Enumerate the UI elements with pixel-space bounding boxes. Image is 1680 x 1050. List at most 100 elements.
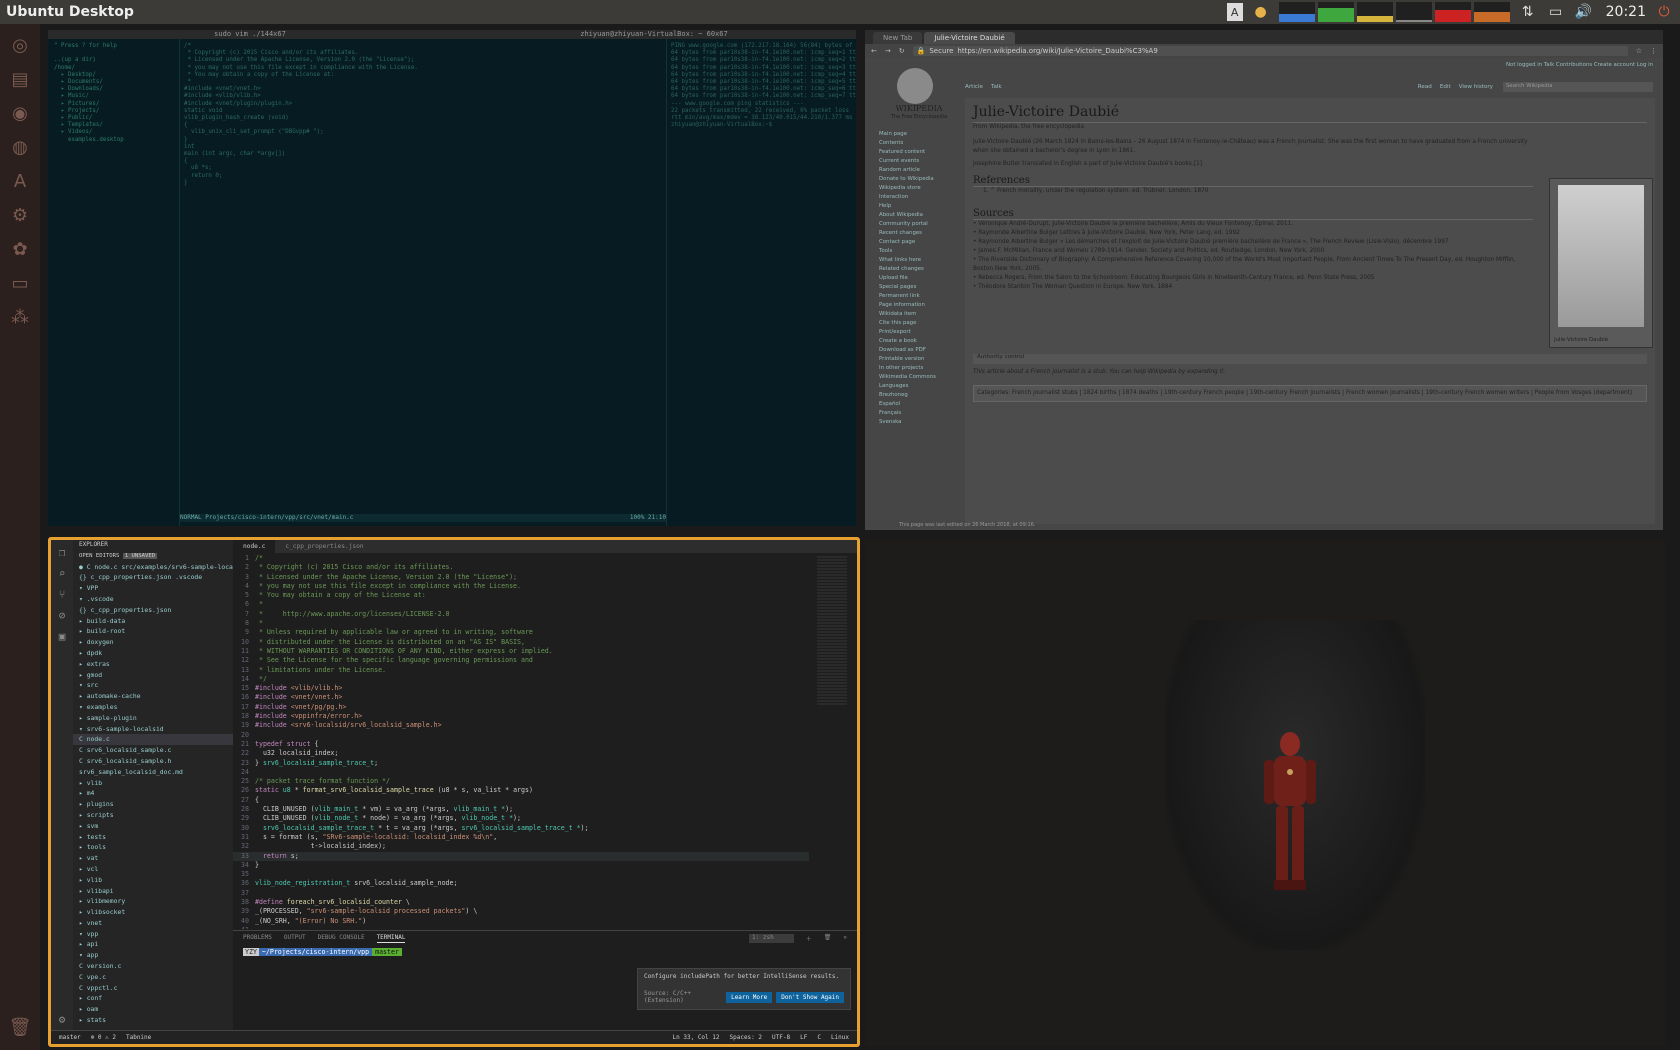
file-tree-item[interactable]: ▸ svm (73, 821, 233, 832)
file-tree-item[interactable]: {} c_cpp_properties.json .vscode (73, 572, 233, 583)
file-tree-item[interactable]: ▸ vnet (73, 918, 233, 929)
file-tree-item[interactable]: ▸ sample-plugin (73, 713, 233, 724)
file-tree-item[interactable]: ▾ app (73, 950, 233, 961)
clock[interactable]: 20:21 (1606, 4, 1646, 20)
source-control-icon[interactable]: ⑂ (59, 588, 66, 601)
keyboard-layout-icon[interactable]: A (1226, 3, 1243, 21)
file-tree-item[interactable]: ▸ scripts (73, 810, 233, 821)
wiki-user-links[interactable]: Not logged in Talk Contributions Create … (1506, 62, 1653, 68)
portrait-image[interactable]: Julie-Victoire Daubié (1549, 178, 1653, 348)
file-tree-item[interactable]: ▸ extras (73, 659, 233, 670)
power-icon[interactable]: ⏻ (1654, 3, 1674, 21)
volume-icon[interactable]: 🔊 (1574, 3, 1594, 21)
network-transfer-icon[interactable]: ⇅ (1518, 3, 1538, 21)
file-tree-item[interactable]: C vpe.c (73, 972, 233, 983)
browser-window[interactable]: New Tab Julie-Victoire Daubié ← → ↻ 🔒 Se… (865, 30, 1663, 530)
file-tree-item[interactable]: ▾ VPP (73, 583, 233, 594)
status-extension[interactable]: Tabnine (126, 1034, 151, 1041)
file-tree-item[interactable]: ▾ vpp (73, 929, 233, 940)
file-tree-item[interactable]: ▸ dpdk (73, 648, 233, 659)
file-tree-item[interactable]: ▸ automake-cache (73, 691, 233, 702)
file-tree-item[interactable]: ▸ vat (73, 853, 233, 864)
terminal-icon[interactable]: ▭ (3, 268, 37, 298)
file-tree-item[interactable]: ▸ build-root (73, 626, 233, 637)
learn-more-button[interactable]: Learn More (726, 991, 773, 1003)
status-eol[interactable]: LF (800, 1034, 807, 1041)
reload-icon[interactable]: ↻ (899, 47, 905, 55)
browser-tab[interactable]: New Tab (873, 32, 923, 44)
tab-view-history[interactable]: View history (1459, 84, 1493, 90)
file-tree-item[interactable]: ▾ src (73, 680, 233, 691)
open-editors-header[interactable]: OPEN EDITORS 1 UNSAVED (73, 551, 233, 562)
extensions-icon[interactable]: ▣ (59, 630, 66, 643)
file-tree-item[interactable]: C srv6_localsid_sample.h (73, 756, 233, 767)
file-tree-item[interactable]: ▸ vlib (73, 778, 233, 789)
system-monitor[interactable] (1278, 2, 1510, 22)
file-tree-item[interactable]: ▸ vlibsocket (73, 907, 233, 918)
file-tree-item[interactable]: C vppctl.c (73, 983, 233, 994)
file-tree-item[interactable]: {} c_cpp_properties.json (73, 605, 233, 616)
explorer-icon[interactable]: ❐ (59, 546, 66, 559)
file-tree-item[interactable]: C version.c (73, 961, 233, 972)
file-tree-item[interactable]: ▸ vlibmemory (73, 896, 233, 907)
browser-icon[interactable]: ◍ (3, 132, 37, 162)
file-tree-item[interactable]: ▸ oam (73, 1004, 233, 1015)
settings-gear-icon[interactable]: ⚙ (59, 1013, 66, 1026)
trash-icon[interactable]: 🗑 (3, 1012, 37, 1042)
settings-icon[interactable]: ⚙ (3, 200, 37, 230)
file-tree-item[interactable]: ▸ build-data (73, 616, 233, 627)
minimap[interactable] (817, 556, 847, 706)
close-panel-icon[interactable]: ✕ (843, 934, 847, 943)
status-problems[interactable]: ⊗ 0 ⚠ 2 (91, 1034, 116, 1041)
tab-read[interactable]: Read (1418, 84, 1432, 90)
status-encoding[interactable]: UTF-8 (772, 1034, 790, 1041)
tab-article[interactable]: Article (965, 84, 983, 90)
file-tree-item[interactable]: ▸ plugins (73, 799, 233, 810)
file-tree-item[interactable]: ● C node.c src/examples/srv6-sample-loca… (73, 562, 233, 573)
vim-code-pane[interactable]: /* * Copyright (c) 2015 Cisco and/or its… (180, 39, 666, 526)
file-tree-item[interactable]: ▸ stats (73, 1015, 233, 1026)
add-terminal-icon[interactable]: ＋ (806, 934, 812, 943)
file-tree-item[interactable]: ▸ api (73, 939, 233, 950)
file-tree-item[interactable]: srv6_sample_localsid_doc.md (73, 767, 233, 778)
bookmark-star-icon[interactable]: ☆ (1636, 47, 1642, 55)
wiki-search-input[interactable]: Search Wikipedia (1503, 82, 1653, 92)
ping-terminal-pane[interactable]: PING www.google.com (172.217.18.164) 56(… (666, 39, 856, 526)
text-editor-icon[interactable]: A (3, 166, 37, 196)
weather-icon[interactable]: ● (1251, 3, 1271, 21)
wikipedia-globe-logo[interactable] (897, 68, 933, 104)
trash-terminal-icon[interactable]: 🗑 (824, 934, 832, 943)
file-tree-item[interactable]: ▾ srv6-sample-localsid (73, 724, 233, 735)
tab-debug-console[interactable]: DEBUG CONSOLE (318, 934, 365, 943)
file-tree-item[interactable]: ▾ .vscode (73, 594, 233, 605)
ubuntu-logo-icon[interactable]: ◎ (3, 30, 37, 60)
forward-icon[interactable]: → (885, 47, 891, 55)
dont-show-again-button[interactable]: Don't Show Again (776, 991, 844, 1003)
file-tree-item[interactable]: ▸ tests (73, 832, 233, 843)
file-tree-item[interactable]: ▸ vlibapi (73, 886, 233, 897)
browser-menu-icon[interactable]: ⋮ (1650, 47, 1657, 55)
status-indent[interactable]: Spaces: 2 (730, 1034, 763, 1041)
tab-problems[interactable]: PROBLEMS (243, 934, 272, 943)
vim-terminal-window[interactable]: sudo vim ./144x67 zhiyuan@zhiyuan-Virtua… (48, 30, 856, 526)
files-icon[interactable]: ▤ (3, 64, 37, 94)
tab-terminal[interactable]: TERMINAL (376, 934, 406, 943)
file-tree-item[interactable]: C node.c (73, 734, 233, 746)
file-tree-item[interactable]: ▸ tools (73, 842, 233, 853)
battery-icon[interactable]: ▭ (1546, 3, 1566, 21)
browser-tab-active[interactable]: Julie-Victoire Daubié (924, 32, 1015, 44)
software-center-icon[interactable]: ✿ (3, 234, 37, 264)
tab-output[interactable]: OUTPUT (284, 934, 306, 943)
debug-icon[interactable]: ⊘ (59, 609, 66, 622)
tab-c-cpp-properties[interactable]: c_cpp_properties.json (275, 540, 374, 553)
tab-edit[interactable]: Edit (1440, 84, 1451, 90)
tab-talk[interactable]: Talk (991, 84, 1002, 90)
file-tree-item[interactable]: ▸ conf (73, 993, 233, 1004)
file-tree-item[interactable]: ▸ doxygen (73, 637, 233, 648)
nerdtree-pane[interactable]: " Press ? for help ..(up a dir)/home/ ▸ … (48, 39, 180, 526)
back-icon[interactable]: ← (871, 47, 877, 55)
status-language[interactable]: C (817, 1034, 821, 1041)
file-tree-item[interactable]: ▾ examples (73, 702, 233, 713)
address-bar[interactable]: 🔒 Secure https://en.wikipedia.org/wiki/J… (912, 46, 1628, 56)
tab-node-c[interactable]: node.c (233, 540, 276, 553)
